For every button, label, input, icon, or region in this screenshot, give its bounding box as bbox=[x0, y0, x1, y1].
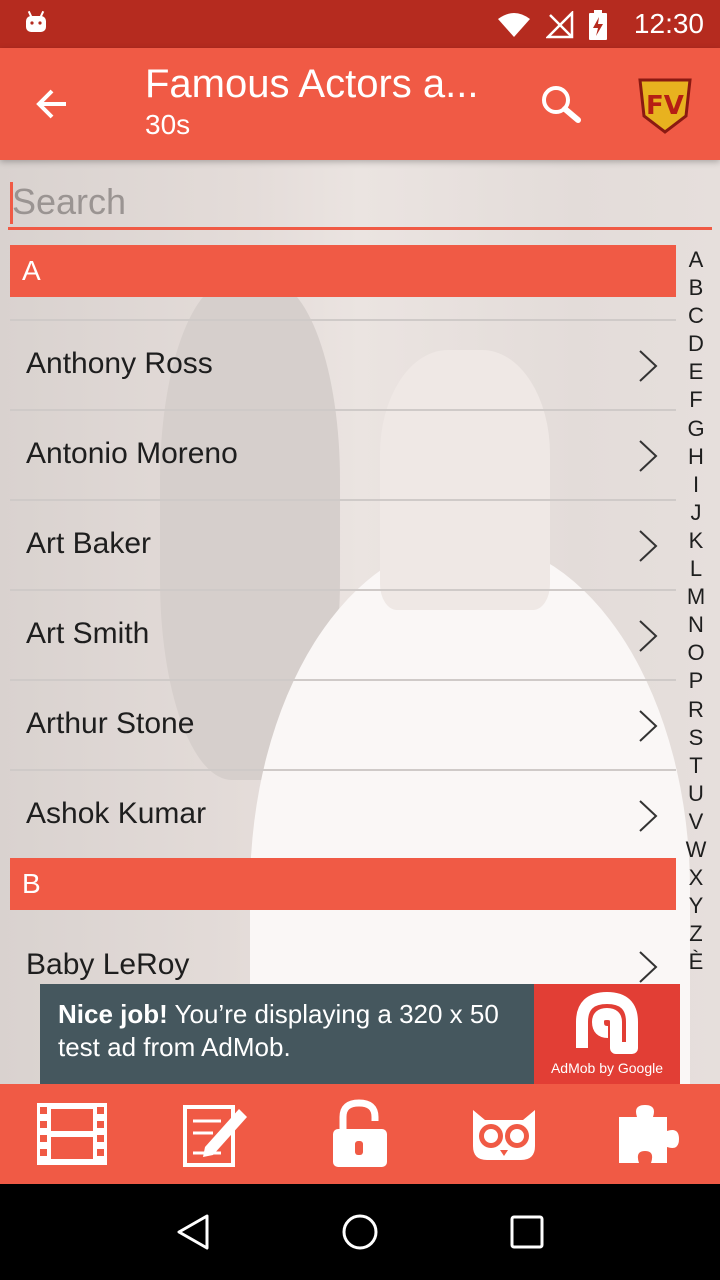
android-notification-icon bbox=[26, 10, 46, 32]
index-letter[interactable]: K bbox=[680, 527, 712, 555]
chevron-right-icon bbox=[639, 800, 658, 832]
list-item-name: Baby LeRoy bbox=[26, 948, 190, 981]
fv-logo-icon: FV bbox=[638, 78, 692, 134]
nav-home-button[interactable] bbox=[320, 1192, 400, 1272]
search-input[interactable] bbox=[12, 178, 702, 226]
index-letter[interactable]: J bbox=[680, 499, 712, 527]
list-item-name: Art Baker bbox=[26, 527, 152, 560]
list-item-name: Antonio Moreno bbox=[26, 437, 238, 470]
index-letter[interactable]: T bbox=[680, 752, 712, 780]
fv-logo-text: FV bbox=[646, 91, 684, 121]
actor-list: A Anthony Ross Antonio Moreno Art Baker … bbox=[10, 245, 676, 1006]
list-item-name: Ashok Kumar bbox=[26, 797, 207, 830]
list-item-name: Art Smith bbox=[26, 617, 150, 650]
system-nav-bar bbox=[0, 1184, 720, 1280]
list-item[interactable]: Art Smith bbox=[10, 589, 676, 679]
index-letter[interactable]: D bbox=[680, 330, 712, 358]
back-button[interactable] bbox=[30, 82, 80, 126]
index-letter[interactable]: Z bbox=[680, 920, 712, 948]
ad-headline: Nice job! bbox=[58, 999, 168, 1029]
index-letter[interactable]: Y bbox=[680, 892, 712, 920]
unlock-icon bbox=[333, 1099, 387, 1167]
ad-text: Nice job! You’re displaying a 320 x 50 t… bbox=[40, 984, 534, 1084]
edit-note-icon bbox=[183, 1105, 247, 1167]
chevron-right-icon bbox=[639, 350, 658, 382]
chevron-right-icon bbox=[639, 530, 658, 562]
index-letter[interactable]: I bbox=[680, 471, 712, 499]
index-letter[interactable]: B bbox=[680, 274, 712, 302]
nav-recents-icon bbox=[510, 1215, 544, 1249]
tab-unlock[interactable] bbox=[288, 1084, 432, 1184]
list-item[interactable]: Art Baker bbox=[10, 499, 676, 589]
list-item[interactable]: Arthur Stone bbox=[10, 679, 676, 769]
nav-home-icon bbox=[342, 1214, 378, 1250]
status-bar: 12:30 bbox=[0, 0, 720, 48]
list-item[interactable]: Antonio Moreno bbox=[10, 409, 676, 499]
owl-icon bbox=[473, 1110, 535, 1160]
index-letter[interactable]: W bbox=[680, 836, 712, 864]
list-item[interactable]: Ashok Kumar bbox=[10, 769, 676, 858]
index-letter[interactable]: F bbox=[680, 386, 712, 414]
admob-logo: AdMob by Google bbox=[534, 984, 680, 1084]
tab-puzzle[interactable] bbox=[576, 1084, 720, 1184]
wifi-icon bbox=[498, 13, 530, 37]
index-letter[interactable]: P bbox=[680, 667, 712, 695]
admob-icon bbox=[576, 992, 638, 1054]
list-item-name: Arthur Stone bbox=[26, 707, 195, 740]
tab-notes[interactable] bbox=[144, 1084, 288, 1184]
nav-back-button[interactable] bbox=[153, 1192, 233, 1272]
index-letter[interactable]: G bbox=[680, 415, 712, 443]
index-letter[interactable]: A bbox=[680, 246, 712, 274]
nav-back-icon bbox=[177, 1214, 209, 1250]
app-bar: Famous Actors a... 30s FV bbox=[0, 48, 720, 160]
index-letter[interactable]: V bbox=[680, 808, 712, 836]
puzzle-icon bbox=[619, 1105, 679, 1163]
index-letter[interactable]: C bbox=[680, 302, 712, 330]
film-icon bbox=[37, 1103, 107, 1165]
index-letter[interactable]: È bbox=[680, 948, 712, 976]
chevron-right-icon bbox=[639, 710, 658, 742]
search-field[interactable] bbox=[8, 174, 712, 230]
no-signal-icon bbox=[546, 11, 574, 39]
tab-movies[interactable] bbox=[0, 1084, 144, 1184]
index-letter[interactable]: H bbox=[680, 443, 712, 471]
index-letter[interactable]: S bbox=[680, 724, 712, 752]
index-letter[interactable]: O bbox=[680, 639, 712, 667]
index-letter[interactable]: L bbox=[680, 555, 712, 583]
index-letter[interactable]: E bbox=[680, 358, 712, 386]
index-letter[interactable]: X bbox=[680, 864, 712, 892]
search-button[interactable] bbox=[536, 80, 584, 128]
page-subtitle: 30s bbox=[145, 109, 191, 140]
chevron-right-icon bbox=[639, 620, 658, 652]
ad-banner[interactable]: Nice job! You’re displaying a 320 x 50 t… bbox=[40, 984, 680, 1084]
index-letter[interactable]: N bbox=[680, 611, 712, 639]
admob-caption: AdMob by Google bbox=[550, 1060, 664, 1076]
chevron-right-icon bbox=[639, 440, 658, 472]
index-letter[interactable]: R bbox=[680, 696, 712, 724]
index-letter[interactable]: U bbox=[680, 780, 712, 808]
page-title: Famous Actors a... bbox=[145, 62, 479, 106]
section-header-a: A bbox=[10, 245, 676, 297]
alphabet-index[interactable]: A B C D E F G H I J K L M N O P R S T U … bbox=[680, 246, 712, 976]
title-block: Famous Actors a... 30s bbox=[145, 62, 495, 141]
tab-owl[interactable] bbox=[432, 1084, 576, 1184]
index-letter[interactable]: M bbox=[680, 583, 712, 611]
nav-recents-button[interactable] bbox=[487, 1192, 567, 1272]
search-icon bbox=[542, 86, 581, 123]
brand-logo[interactable]: FV bbox=[636, 76, 694, 134]
battery-charging-icon bbox=[589, 10, 607, 40]
chevron-right-icon bbox=[639, 951, 658, 983]
list-item-name: Anthony Ross bbox=[26, 347, 213, 380]
section-header-b: B bbox=[10, 858, 676, 910]
arrow-back-icon bbox=[36, 89, 66, 119]
status-clock: 12:30 bbox=[633, 8, 704, 39]
list-item[interactable]: Anthony Ross bbox=[10, 319, 676, 409]
bottom-tab-bar bbox=[0, 1084, 720, 1184]
